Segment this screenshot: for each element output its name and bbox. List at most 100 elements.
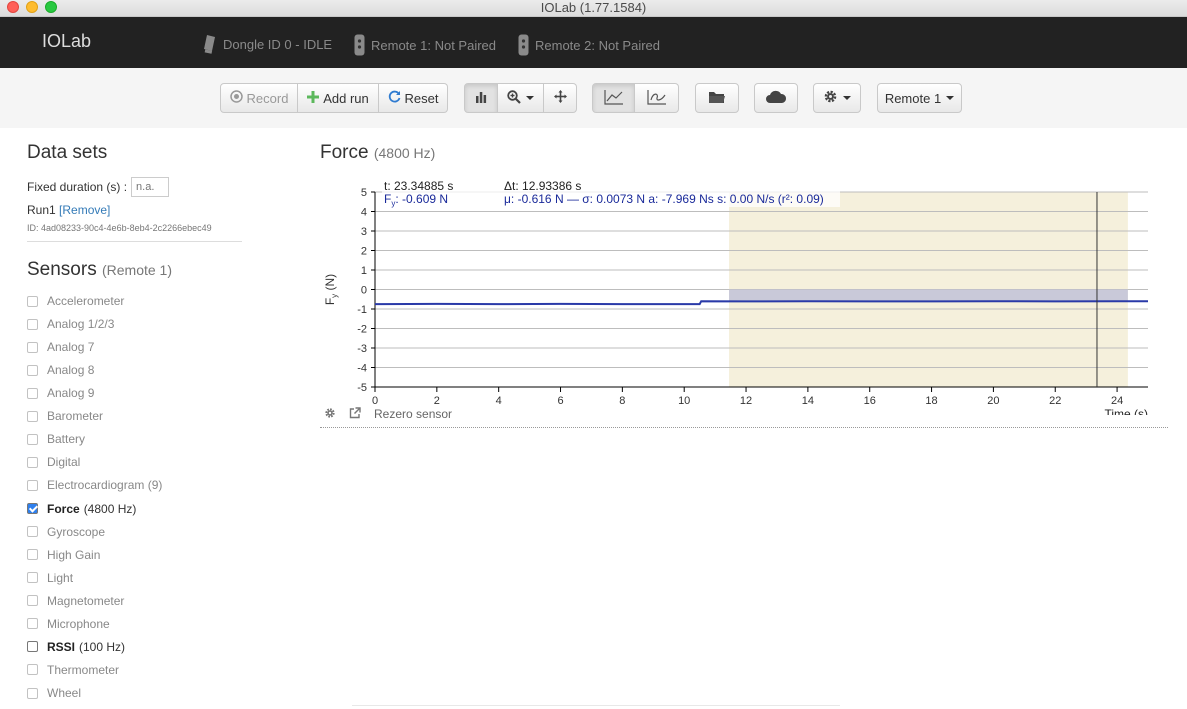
zoom-dropdown-button[interactable]: [498, 83, 544, 113]
add-run-label: Add run: [323, 90, 369, 106]
sensor-item[interactable]: Barometer: [27, 407, 103, 425]
record-button[interactable]: Record: [220, 83, 298, 113]
brand: IOLab: [42, 31, 92, 51]
cloud-controls: [754, 83, 798, 113]
sensor-label: Microphone: [47, 616, 110, 631]
sensor-item[interactable]: Analog 9: [27, 384, 94, 402]
sensor-checkbox[interactable]: [27, 503, 38, 515]
cloud-button[interactable]: [754, 83, 798, 113]
sensor-item[interactable]: Digital: [27, 453, 80, 471]
sensor-checkbox[interactable]: [27, 572, 38, 584]
sensor-checkbox[interactable]: [27, 549, 38, 561]
force-chart[interactable]: 543210-1-2-3-4-50 2 4 6 8 10 12 14 16 18 20 22 24Fy …: [320, 175, 1168, 415]
chart-title-label: Force: [320, 142, 369, 163]
mean-band: [729, 289, 1128, 302]
fixed-duration-input[interactable]: [131, 177, 170, 197]
reset-label: Reset: [404, 90, 439, 106]
remote-select-group: Remote 1: [877, 83, 962, 113]
y-tick-label: -1: [357, 304, 367, 316]
stats-mode-button[interactable]: [464, 83, 498, 113]
y-tick-label: 1: [361, 265, 367, 277]
sensor-label: Analog 1/2/3: [47, 317, 115, 332]
remote-select-dropdown[interactable]: Remote 1: [877, 83, 962, 113]
sensor-checkbox[interactable]: [27, 433, 38, 445]
sensor-item[interactable]: Thermometer: [27, 661, 119, 679]
remote1-status: Remote 1: Not Paired: [354, 34, 496, 59]
y-axis-label: Fy (N): [323, 274, 339, 305]
time-plot-button[interactable]: [592, 83, 635, 113]
sensor-label: Analog 8: [47, 363, 95, 378]
sensor-item[interactable]: Electrocardiogram (9): [27, 476, 162, 494]
sensor-checkbox[interactable]: [27, 479, 38, 491]
sensor-checkbox[interactable]: [27, 318, 38, 330]
settings-controls: [813, 83, 861, 113]
dongle-status-label: Dongle ID 0 - IDLE: [223, 36, 333, 52]
chart-rate: (4800 Hz): [373, 145, 436, 161]
sensor-checkbox[interactable]: [27, 295, 38, 307]
sensor-checkbox[interactable]: [27, 341, 38, 353]
sensor-item[interactable]: RSSI (100 Hz): [27, 638, 125, 656]
sensor-checkbox[interactable]: [27, 618, 38, 630]
remove-run-link[interactable]: [Remove]: [59, 203, 110, 217]
sensors-heading-label: Sensors: [27, 259, 97, 280]
sensor-item[interactable]: Force (4800 Hz): [27, 500, 136, 518]
y-tick-label: 0: [361, 285, 367, 297]
sensor-item[interactable]: High Gain: [27, 546, 100, 564]
sensor-label: RSSI: [47, 639, 76, 654]
y-tick-label: -2: [357, 324, 367, 336]
settings-dropdown-button[interactable]: [813, 83, 861, 113]
y-tick-label: 3: [361, 226, 367, 238]
stats-readout: μ: -0.616 N — σ: 0.0073 N a: -7.969 Ns s…: [504, 192, 824, 206]
external-link-icon[interactable]: [349, 407, 361, 422]
bar-chart-icon: [475, 91, 487, 106]
sensor-checkbox[interactable]: [27, 387, 38, 399]
sensor-item[interactable]: Light: [27, 569, 73, 587]
refresh-icon: [388, 90, 401, 106]
divider: [352, 705, 840, 706]
sensor-checkbox[interactable]: [27, 364, 38, 376]
folder-icon: [708, 90, 726, 107]
sensor-label: Digital: [47, 455, 81, 470]
y-tick-label: -5: [357, 382, 367, 394]
sensor-item[interactable]: Battery: [27, 430, 85, 448]
divider: [27, 241, 242, 242]
file-controls: [695, 83, 739, 113]
sensor-item[interactable]: Wheel: [27, 684, 81, 702]
sensor-checkbox[interactable]: [27, 410, 38, 422]
sensor-checkbox[interactable]: [27, 526, 38, 538]
open-folder-button[interactable]: [695, 83, 739, 113]
sensor-item[interactable]: Microphone: [27, 615, 110, 633]
chevron-down-icon: [526, 96, 534, 100]
record-label: Record: [246, 90, 289, 106]
sensor-item[interactable]: Analog 8: [27, 361, 94, 379]
sensor-label: Accelerometer: [47, 294, 125, 308]
sensor-checkbox[interactable]: [27, 664, 38, 676]
chart-title: Force (4800 Hz): [320, 142, 435, 164]
run-id: ID: 4ad08233-90c4-4e6b-8eb4-2c2266ebec49: [27, 223, 212, 233]
remote2-status-label: Remote 2: Not Paired: [535, 37, 661, 53]
reset-button[interactable]: Reset: [379, 83, 448, 113]
sensor-checkbox[interactable]: [27, 641, 38, 653]
remote-select-label: Remote 1: [884, 90, 942, 106]
gear-icon[interactable]: [324, 407, 336, 422]
sensor-item[interactable]: Analog 1/2/3: [27, 315, 114, 333]
add-run-button[interactable]: Add run: [298, 83, 379, 113]
sensor-item[interactable]: Gyroscope: [27, 523, 105, 541]
y-tick-label: -3: [357, 343, 367, 355]
rezero-sensor-button[interactable]: Rezero sensor: [374, 407, 452, 421]
chevron-down-icon: [843, 96, 851, 100]
sensor-item[interactable]: Magnetometer: [27, 592, 124, 610]
cloud-icon: [765, 90, 787, 107]
move-icon: [553, 90, 567, 106]
sensors-heading-sub: (Remote 1): [101, 262, 173, 278]
sensor-label: High Gain: [47, 547, 101, 562]
sensor-item[interactable]: Analog 7: [27, 338, 94, 356]
sensor-checkbox[interactable]: [27, 595, 38, 607]
sensor-checkbox[interactable]: [27, 456, 38, 468]
pan-button[interactable]: [544, 83, 577, 113]
sensor-checkbox[interactable]: [27, 687, 38, 699]
sensor-item[interactable]: Accelerometer: [27, 292, 124, 310]
xy-plot-button[interactable]: [635, 83, 679, 113]
sensor-label: Analog 7: [47, 340, 95, 355]
y-tick-label: -4: [357, 363, 367, 375]
